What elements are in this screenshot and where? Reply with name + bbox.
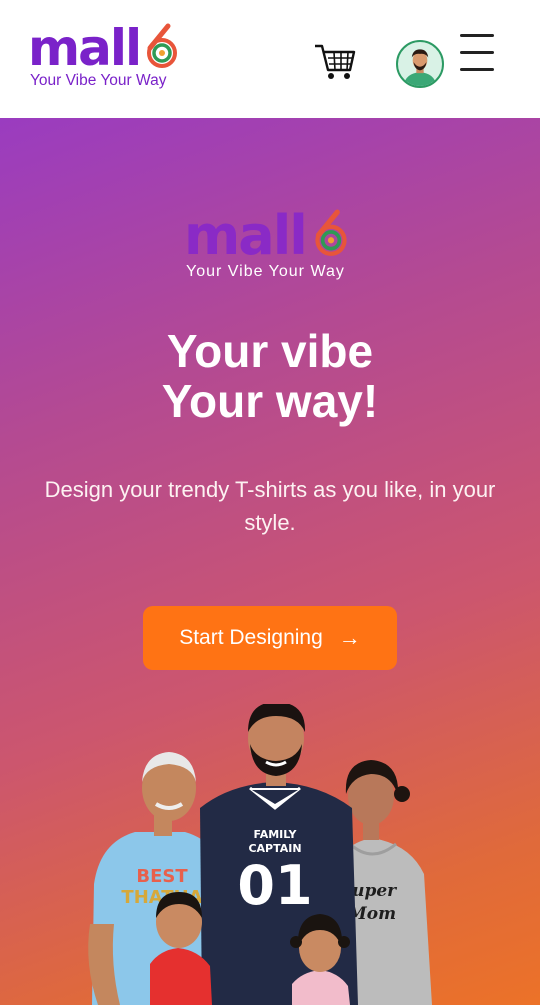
hero-subtitle: Design your trendy T-shirts as you like,…: [44, 477, 496, 535]
user-avatar[interactable]: [396, 40, 444, 88]
hero-logo-tagline: Your Vibe Your Way: [186, 263, 345, 280]
hero-logo: mall Your Vibe Your Way: [184, 206, 364, 286]
hero-logo-six-ring-icon: [315, 209, 347, 256]
headline-line-2: Your way!: [161, 375, 379, 427]
start-designing-label: Start Designing: [179, 626, 323, 649]
svg-text:BEST: BEST: [136, 866, 188, 887]
hamburger-menu-icon[interactable]: [460, 32, 496, 74]
family-photo: BEST THATHA Super Mom FAMILY CAPTAIN 01: [88, 704, 432, 1005]
arrow-right-icon: →: [338, 625, 361, 650]
svg-text:FAMILY: FAMILY: [253, 828, 297, 841]
user-avatar-icon: [403, 49, 437, 86]
start-designing-button[interactable]: Start Designing →: [143, 606, 397, 670]
logo-tagline: Your Vibe Your Way: [30, 72, 167, 89]
top-header: mall Your Vibe Your Way: [0, 0, 540, 118]
brand-logo[interactable]: mall Your Vibe Your Way: [28, 20, 188, 94]
hero-section: mall Your Vibe Your Way Your vibe Your w…: [0, 118, 540, 1005]
logo-six-ring-icon: [147, 23, 177, 68]
hero-logo-wordmark: mall: [184, 204, 308, 267]
svg-text:01: 01: [237, 854, 312, 917]
headline-line-1: Your vibe: [166, 325, 374, 377]
logo-wordmark: mall: [28, 19, 142, 77]
hero-headline: Your vibe Your way!: [0, 326, 540, 426]
cart-icon[interactable]: [313, 42, 357, 82]
